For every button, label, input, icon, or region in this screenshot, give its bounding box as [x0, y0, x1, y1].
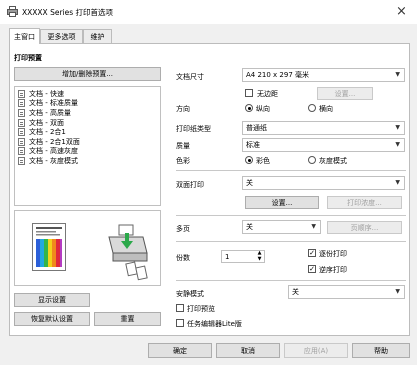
document-icon	[18, 156, 25, 165]
doc-size-select[interactable]: A4 210 x 297 毫米 ▼	[242, 68, 405, 82]
quality-value: 标准	[246, 141, 260, 149]
preset-list[interactable]: 文档 - 快速 文档 - 标准质量 文档 - 高质量 文档 - 双面 文档 - …	[14, 86, 161, 206]
presets-heading: 打印预置	[14, 54, 42, 62]
title-bar: XXXXX Series 打印首选项 ×	[0, 0, 417, 24]
preset-item[interactable]: 文档 - 双面	[18, 118, 160, 128]
preset-item[interactable]: 文档 - 2合1	[18, 127, 160, 137]
duplex-settings-button[interactable]: 设置...	[245, 196, 319, 209]
reverse-order-label: 逆序打印	[319, 266, 347, 274]
copies-stepper[interactable]: 1 ▲ ▼	[221, 250, 265, 263]
quiet-mode-label: 安静模式	[176, 290, 204, 298]
divider	[176, 280, 406, 281]
preset-item[interactable]: 文档 - 标准质量	[18, 99, 160, 109]
duplex-label: 双面打印	[176, 181, 204, 189]
copies-value: 1	[225, 253, 230, 261]
chevron-down-icon: ▼	[395, 124, 400, 131]
spin-down-icon[interactable]: ▼	[256, 257, 263, 262]
collate-checkbox[interactable]: ✓	[308, 249, 316, 257]
document-icon	[18, 108, 25, 117]
multipage-label: 多页	[176, 225, 190, 233]
duplex-value: 关	[246, 179, 253, 187]
tab-maintenance[interactable]: 维护	[83, 29, 112, 44]
help-button[interactable]: 帮助	[352, 343, 410, 358]
add-remove-presets-button[interactable]: 增加/删除预置...	[14, 67, 161, 81]
multipage-select[interactable]: 关 ▼	[242, 220, 321, 234]
quiet-mode-select[interactable]: 关 ▼	[288, 285, 405, 299]
document-icon	[18, 137, 25, 146]
chevron-down-icon: ▼	[311, 223, 316, 230]
portrait-label: 纵向	[256, 105, 270, 113]
copies-label: 份数	[176, 254, 190, 262]
print-preview-box	[14, 210, 161, 286]
printer-app-icon	[7, 6, 18, 17]
doc-size-label: 文档尺寸	[176, 73, 204, 81]
close-icon[interactable]: ×	[396, 4, 407, 19]
document-icon	[18, 89, 25, 98]
paper-type-label: 打印纸类型	[176, 125, 211, 133]
color-radio[interactable]	[245, 156, 253, 164]
chevron-down-icon: ▼	[395, 179, 400, 186]
landscape-radio[interactable]	[308, 104, 316, 112]
collate-label: 逐份打印	[319, 250, 347, 258]
chevron-down-icon: ▼	[395, 141, 400, 148]
printer-icon	[105, 219, 151, 281]
grayscale-option-label: 灰度模式	[319, 157, 347, 165]
show-settings-button[interactable]: 显示设置	[14, 293, 90, 307]
document-preview-icon	[32, 223, 66, 271]
restore-defaults-button[interactable]: 恢复默认设置	[14, 312, 90, 326]
print-density-button[interactable]: 打印浓度...	[327, 196, 402, 209]
color-label: 色彩	[176, 157, 190, 165]
orientation-label: 方向	[176, 105, 190, 113]
print-preview-label: 打印预览	[187, 305, 215, 313]
preset-item[interactable]: 文档 - 快速	[18, 89, 160, 99]
tab-more-options[interactable]: 更多选项	[40, 29, 83, 44]
quality-select[interactable]: 标准 ▼	[242, 138, 405, 152]
quiet-mode-value: 关	[292, 288, 299, 296]
quality-label: 质量	[176, 142, 190, 150]
borderless-settings-button[interactable]: 设置...	[317, 87, 373, 100]
divider	[176, 241, 406, 242]
job-arranger-checkbox[interactable]	[176, 319, 184, 327]
preset-item[interactable]: 文档 - 2合1双面	[18, 137, 160, 147]
chevron-down-icon: ▼	[395, 288, 400, 295]
divider	[176, 215, 406, 216]
landscape-label: 横向	[319, 105, 333, 113]
document-icon	[18, 99, 25, 108]
reset-button[interactable]: 重置	[94, 312, 161, 326]
paper-type-select[interactable]: 普通纸 ▼	[242, 121, 405, 135]
page-order-button[interactable]: 页顺序...	[327, 221, 402, 234]
document-icon	[18, 118, 25, 127]
cancel-button[interactable]: 取消	[216, 343, 280, 358]
doc-size-value: A4 210 x 297 毫米	[246, 71, 310, 79]
duplex-select[interactable]: 关 ▼	[242, 176, 405, 190]
reverse-order-checkbox[interactable]: ✓	[308, 265, 316, 273]
preset-item[interactable]: 文档 - 灰度模式	[18, 156, 160, 166]
chevron-down-icon: ▼	[395, 71, 400, 78]
borderless-label: 无边距	[257, 90, 278, 98]
ok-button[interactable]: 确定	[148, 343, 212, 358]
print-preview-checkbox[interactable]	[176, 304, 184, 312]
job-arranger-label: 任务编辑器Lite版	[187, 320, 242, 328]
document-icon	[18, 128, 25, 137]
window-title: XXXXX Series 打印首选项	[22, 8, 114, 17]
apply-button[interactable]: 应用(A)	[284, 343, 348, 358]
divider	[176, 170, 406, 171]
multipage-value: 关	[246, 223, 253, 231]
grayscale-radio[interactable]	[308, 156, 316, 164]
tab-main[interactable]: 主窗口	[9, 28, 40, 44]
borderless-checkbox[interactable]	[245, 89, 253, 97]
preset-item[interactable]: 文档 - 高质量	[18, 108, 160, 118]
paper-type-value: 普通纸	[246, 124, 267, 132]
document-icon	[18, 147, 25, 156]
preset-item[interactable]: 文档 - 高速灰度	[18, 147, 160, 157]
portrait-radio[interactable]	[245, 104, 253, 112]
color-option-label: 彩色	[256, 157, 270, 165]
